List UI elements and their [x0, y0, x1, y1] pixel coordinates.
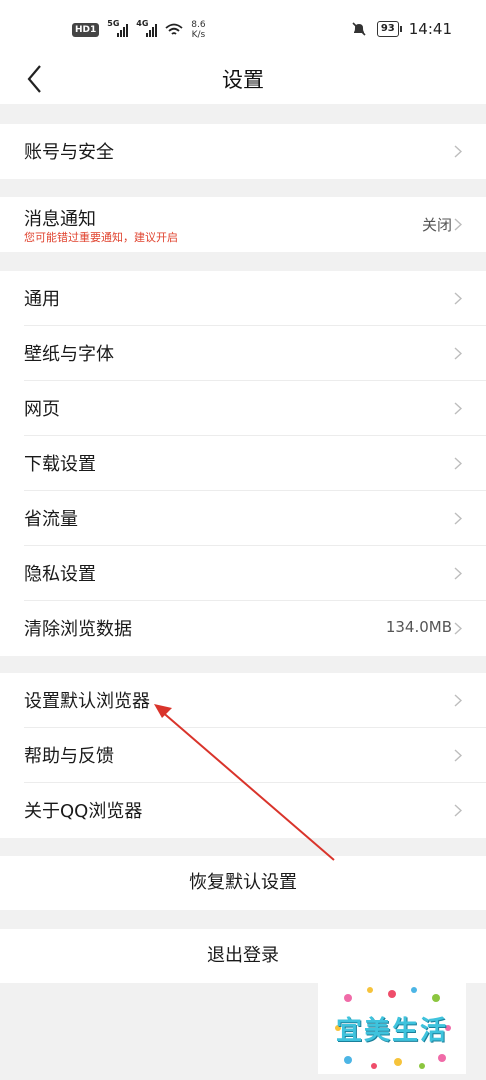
notification-warning: 您可能错过重要通知，建议开启 — [24, 231, 178, 244]
signal-5g-icon: 5G — [107, 19, 129, 37]
settings-item-label: 关于QQ浏览器 — [24, 801, 143, 822]
watermark-logo: 宜美生活 — [318, 982, 466, 1074]
mute-bell-icon — [352, 22, 366, 36]
status-right: 93 14:41 — [351, 20, 452, 38]
chevron-right-icon — [454, 622, 462, 635]
chevron-right-icon — [454, 218, 462, 231]
header: 设置 — [0, 60, 486, 104]
annotation-arrow-icon — [154, 704, 335, 861]
chevron-right-icon — [454, 804, 462, 817]
signal-4g-icon: 4G — [136, 19, 158, 37]
logout-button[interactable]: 退出登录 — [0, 929, 486, 983]
chevron-right-icon — [454, 694, 462, 707]
settings-item-label: 账号与安全 — [24, 142, 114, 163]
settings-item-label: 隐私设置 — [24, 564, 96, 585]
page-title: 设置 — [222, 68, 264, 92]
chevron-right-icon — [454, 292, 462, 305]
chevron-right-icon — [454, 347, 462, 360]
settings-item-label: 清除浏览数据 — [24, 619, 132, 640]
watermark-text: 宜美生活 — [335, 1016, 448, 1046]
settings-item-wallpaper-font[interactable]: 壁纸与字体 — [0, 326, 486, 381]
settings-item-webpage[interactable]: 网页 — [0, 381, 486, 436]
settings-item-label: 通用 — [24, 289, 60, 310]
settings-item-label: 帮助与反馈 — [24, 746, 114, 767]
status-bar: HD1 5G 4G 8.6 K/s 93 14:41 — [0, 0, 486, 60]
chevron-right-icon — [454, 567, 462, 580]
settings-item-label: 网页 — [24, 399, 60, 420]
battery-icon: 93 — [376, 21, 402, 37]
chevron-right-icon — [454, 512, 462, 525]
net-type-5g: 5G — [107, 19, 120, 28]
group-account: 账号与安全 — [0, 124, 486, 179]
chevron-right-icon — [454, 457, 462, 470]
cache-size: 134.0MB — [385, 618, 452, 636]
speed-unit: K/s — [191, 30, 206, 40]
settings-item-general[interactable]: 通用 — [0, 271, 486, 326]
settings-item-download[interactable]: 下载设置 — [0, 436, 486, 491]
net-type-4g: 4G — [136, 19, 149, 28]
speed-value: 8.6 — [191, 20, 206, 30]
chevron-right-icon — [454, 749, 462, 762]
settings-item-label: 壁纸与字体 — [24, 344, 114, 365]
settings-item-notification[interactable]: 消息通知 您可能错过重要通知，建议开启 关闭 — [0, 197, 486, 252]
settings-item-account-security[interactable]: 账号与安全 — [0, 124, 486, 179]
settings-item-clear-data[interactable]: 清除浏览数据 134.0MB — [0, 601, 486, 656]
wifi-icon — [165, 23, 183, 35]
settings-item-label: 设置默认浏览器 — [24, 691, 150, 712]
settings-item-label: 下载设置 — [24, 454, 96, 475]
status-time: 14:41 — [408, 20, 452, 38]
settings-item-privacy[interactable]: 隐私设置 — [0, 546, 486, 601]
chevron-right-icon — [454, 402, 462, 415]
network-speed: 8.6 K/s — [191, 20, 205, 40]
chevron-right-icon — [454, 145, 462, 158]
hd-badge: HD1 — [72, 23, 100, 37]
group-notification: 消息通知 您可能错过重要通知，建议开启 关闭 — [0, 197, 486, 252]
logout-label: 退出登录 — [207, 945, 279, 966]
status-left: HD1 5G 4G 8.6 K/s — [72, 19, 206, 40]
settings-item-label: 消息通知 — [24, 209, 96, 230]
settings-item-data-saver[interactable]: 省流量 — [0, 491, 486, 546]
group-general: 通用 壁纸与字体 网页 下载设置 省流量 隐私设置 清除浏览数据 134.0MB — [0, 271, 486, 656]
settings-item-label: 省流量 — [24, 509, 78, 530]
notification-status: 关闭 — [421, 216, 452, 234]
